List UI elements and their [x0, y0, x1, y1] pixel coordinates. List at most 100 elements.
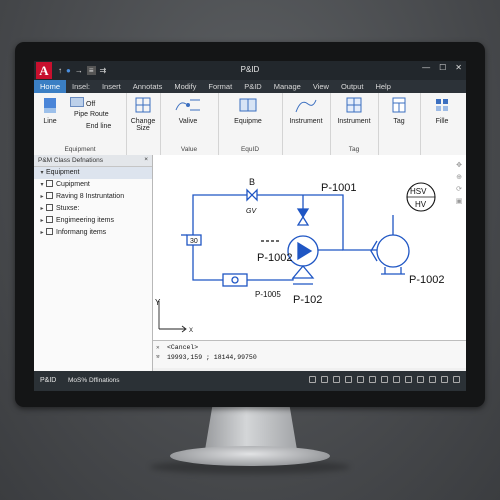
tree-item-label: Informang items	[56, 229, 107, 236]
maximize-icon[interactable]: ☐	[439, 63, 446, 72]
showmotion-icon[interactable]: ▣	[456, 197, 463, 205]
equipment-label: Equipme	[234, 118, 262, 125]
annotation-icon[interactable]	[417, 376, 424, 383]
tab-home[interactable]: Home	[34, 80, 67, 93]
tab-format[interactable]: Format	[202, 80, 238, 93]
minimize-icon[interactable]: —	[422, 63, 430, 72]
command-input[interactable]: 19993,159 ; 18144,99750	[167, 354, 257, 361]
ribbon-group-instrument1: Instrument	[282, 93, 331, 155]
tab-output[interactable]: Output	[335, 80, 370, 93]
tab-manage[interactable]: Manage	[268, 80, 307, 93]
tree-item-label: Raving 8 Instruntation	[56, 193, 125, 200]
tree-item-label: Engimeering items	[56, 217, 114, 224]
wrench-icon[interactable]: ⚒	[156, 353, 160, 360]
tab-pid[interactable]: P&ID	[238, 80, 268, 93]
pipe-route-button[interactable]: Pipe Route	[74, 111, 109, 118]
line-label: Line	[43, 118, 57, 125]
tree-item-label: Stuxse:	[56, 205, 80, 212]
expand-icon[interactable]: ▸	[38, 215, 46, 227]
zoom-icon[interactable]: ⊕	[456, 173, 462, 181]
tab-insert[interactable]: Insert	[96, 80, 127, 93]
expand-icon[interactable]: ▸	[38, 227, 46, 239]
workspace-icon[interactable]	[429, 376, 436, 383]
file-button[interactable]: Fille	[424, 96, 460, 125]
ribbon-group-tag: Instrument Tag	[330, 93, 379, 155]
status-definitions[interactable]: MoS% Dffinations	[68, 377, 120, 384]
transparency-icon[interactable]	[393, 376, 400, 383]
expand-icon[interactable]: ▸	[38, 203, 46, 215]
drawing-canvas[interactable]: B GV P-1001 P-1002 P-1002 P-1005 P-102 H…	[153, 155, 466, 365]
instrument-button-1[interactable]: Instrument	[284, 96, 328, 125]
tab-help[interactable]: Help	[369, 80, 396, 93]
group-label-valve: Value	[180, 146, 198, 153]
panel-header: P&M Class Defnations ×	[34, 155, 152, 167]
tag-icon	[392, 97, 406, 113]
command-line[interactable]: ✕ ⚒ <Cancel> 19993,159 ; 18144,99750	[153, 340, 466, 368]
pipe-line	[192, 245, 223, 281]
valve-button[interactable]: Valive	[168, 96, 208, 125]
ucs-y-label: Y	[155, 298, 161, 307]
tab-view[interactable]: View	[307, 80, 335, 93]
expand-icon[interactable]: ▾	[38, 167, 46, 179]
pan-icon[interactable]: ✥	[456, 161, 462, 169]
p1005-box	[222, 273, 248, 287]
customize-icon[interactable]	[453, 376, 460, 383]
tree-item[interactable]: ▸ Stuxse:	[34, 203, 152, 215]
valve-icon	[175, 99, 200, 111]
file-label: Fille	[435, 118, 449, 125]
label-b: B	[249, 177, 255, 187]
label-box30: 30	[190, 238, 198, 245]
instrument-grid-icon	[346, 97, 362, 113]
instrument-button-2[interactable]: Instrument	[332, 96, 376, 125]
osnap-icon[interactable]	[357, 376, 364, 383]
pid-drawing: B GV P-1001 P-1002 P-1002 P-1005 P-102 H…	[155, 177, 444, 334]
close-icon[interactable]: ×	[144, 156, 148, 163]
gear-icon[interactable]	[441, 376, 448, 383]
instrument-label-1: Instrument	[289, 118, 323, 125]
snap-icon[interactable]	[321, 376, 328, 383]
tree-item[interactable]: ▾ Cupipment	[34, 179, 152, 191]
ribbon-group-file: Fille	[420, 93, 466, 155]
file-grid-icon	[436, 99, 448, 111]
tab-insel[interactable]: Insel:	[66, 80, 96, 93]
gate-valve-symbol	[246, 188, 258, 202]
line-button[interactable]: Line	[38, 96, 62, 125]
window-controls: — ☐ ✕	[422, 63, 462, 72]
pipe-icon-off[interactable]: Off	[70, 97, 95, 108]
ucs-icon	[158, 301, 187, 333]
end-line-button[interactable]: End line	[86, 123, 111, 130]
orbit-icon[interactable]: ⟳	[456, 185, 462, 193]
tree-item[interactable]: ▸ Engimeering items	[34, 215, 152, 227]
tree-item-label: Cupipment	[56, 181, 90, 188]
label-p102: P-102	[293, 294, 322, 306]
selection-cycle-icon[interactable]	[405, 376, 412, 383]
tree-item[interactable]: ▸ Raving 8 Instruntation	[34, 191, 152, 203]
tree-item[interactable]: ▾ Equipment	[34, 167, 152, 179]
tab-annotate[interactable]: Annotats	[127, 80, 169, 93]
change-size-button[interactable]: Change Size	[129, 96, 157, 132]
polar-icon[interactable]	[345, 376, 352, 383]
close-icon[interactable]: ✕	[156, 344, 160, 351]
tab-modify[interactable]: Modify	[168, 80, 202, 93]
node-icon	[46, 204, 53, 211]
off-label: Off	[85, 101, 96, 108]
pipe-line	[192, 194, 247, 235]
equipment-button[interactable]: Equipme	[228, 96, 268, 125]
check-valve-symbol	[296, 215, 310, 226]
expand-icon[interactable]: ▸	[38, 191, 46, 203]
group-label-equipment: Equipment	[64, 146, 96, 153]
tag-button[interactable]: Tag	[382, 96, 416, 125]
tree-item[interactable]: ▸ Informang items	[34, 227, 152, 239]
status-model-tab[interactable]: P&ID	[40, 377, 56, 384]
navigation-bar: ✥ ⊕ ⟳ ▣	[452, 155, 466, 231]
otrack-icon[interactable]	[369, 376, 376, 383]
command-history: <Cancel>	[167, 344, 199, 351]
grid-icon[interactable]	[309, 376, 316, 383]
node-icon	[46, 180, 53, 187]
ortho-icon[interactable]	[333, 376, 340, 383]
close-icon[interactable]: ✕	[455, 63, 462, 72]
label-p1002-left: P-1002	[257, 252, 292, 264]
ribbon-group-valve: Valive Value	[160, 93, 219, 155]
lineweight-icon[interactable]	[381, 376, 388, 383]
expand-icon[interactable]: ▾	[38, 179, 46, 191]
